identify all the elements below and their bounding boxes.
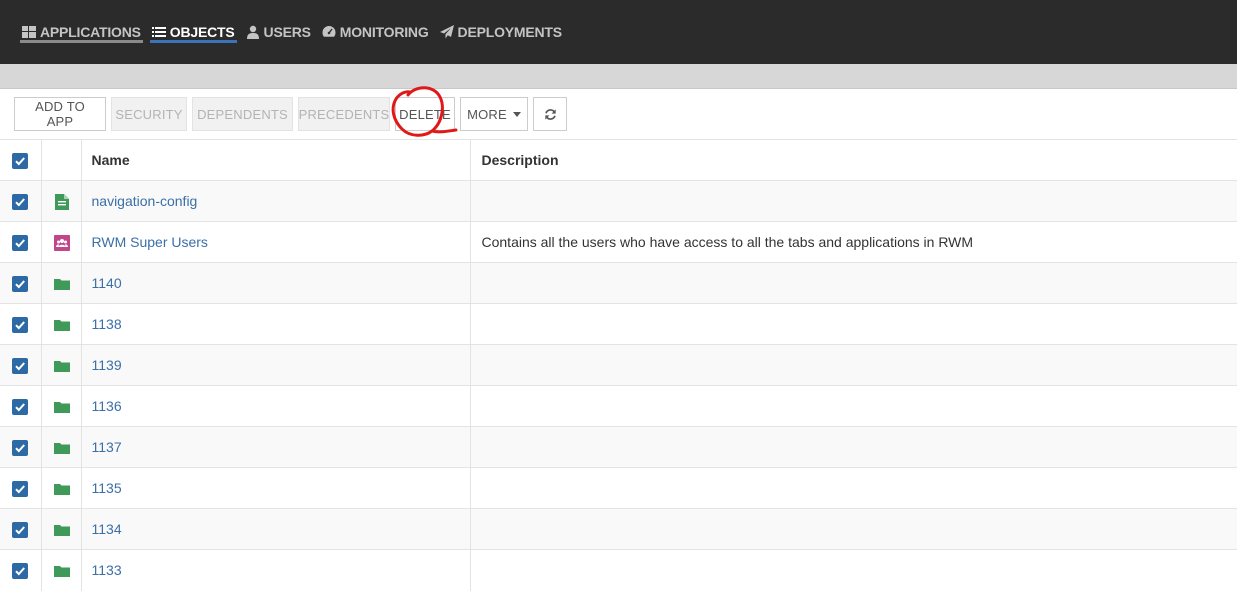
dependents-button[interactable]: DEPENDENTS (192, 97, 293, 131)
object-name-link[interactable]: 1138 (92, 316, 122, 332)
objects-table: Name Description navigation-config RWM S… (0, 139, 1237, 591)
icon-column-header (41, 139, 82, 181)
row-checkbox[interactable] (12, 357, 28, 374)
row-checkbox[interactable] (12, 398, 28, 415)
nav-objects-label: OBJECTS (169, 24, 235, 40)
paper-plane-icon (439, 25, 454, 39)
row-checkbox[interactable] (12, 439, 28, 456)
row-checkbox[interactable] (12, 193, 28, 210)
row-checkbox[interactable] (12, 316, 28, 333)
select-all-checkbox[interactable] (12, 152, 28, 169)
nav-deployments[interactable]: DEPLOYMENTS (438, 0, 564, 64)
folder-icon (53, 319, 70, 331)
nav-monitoring[interactable]: MONITORING (320, 0, 431, 64)
precedents-button[interactable]: PRECEDENTS (298, 97, 390, 131)
table-row[interactable]: 1137 (0, 426, 1237, 468)
row-checkbox[interactable] (12, 521, 28, 538)
name-column-header[interactable]: Name (81, 139, 471, 181)
list-icon (151, 25, 166, 39)
subheader-bar (0, 64, 1237, 89)
document-icon (54, 193, 69, 210)
folder-icon (53, 401, 70, 413)
nav-deployments-label: DEPLOYMENTS (457, 24, 563, 40)
folder-icon (53, 565, 70, 577)
table-row[interactable]: RWM Super Users Contains all the users w… (0, 221, 1237, 263)
nav-applications-label: APPLICATIONS (40, 24, 141, 40)
folder-icon (53, 442, 70, 454)
table-header-row: Name Description (0, 139, 1237, 181)
row-checkbox[interactable] (12, 275, 28, 292)
object-name-link[interactable]: 1136 (92, 398, 122, 414)
object-description: Contains all the users who have access t… (481, 234, 974, 250)
table-row[interactable]: 1133 (0, 549, 1237, 591)
object-name-link[interactable]: 1135 (92, 480, 122, 496)
user-icon (246, 25, 260, 39)
top-navbar: APPLICATIONS OBJECTS USERS MONITORING DE… (0, 0, 1237, 64)
refresh-icon (544, 108, 556, 120)
table-row[interactable]: 1136 (0, 385, 1237, 427)
object-name-link[interactable]: RWM Super Users (92, 234, 208, 250)
table-row[interactable]: navigation-config (0, 180, 1237, 222)
caret-down-icon (512, 111, 521, 117)
folder-icon (53, 483, 70, 495)
nav-active-underline (149, 40, 237, 43)
object-toolbar: ADD TO APP SECURITY DEPENDENTS PRECEDENT… (14, 97, 572, 131)
nav-applications[interactable]: APPLICATIONS (20, 0, 143, 64)
table-body: navigation-config RWM Super Users Contai… (0, 180, 1237, 591)
object-name-link[interactable]: 1137 (92, 439, 122, 455)
table-row[interactable]: 1140 (0, 262, 1237, 304)
nav-objects[interactable]: OBJECTS (149, 0, 237, 64)
table-row[interactable]: 1139 (0, 344, 1237, 386)
row-checkbox[interactable] (12, 480, 28, 497)
nav-users-label: USERS (263, 24, 311, 40)
table-row[interactable]: 1138 (0, 303, 1237, 345)
add-to-app-button[interactable]: ADD TO APP (14, 97, 106, 131)
folder-icon (53, 278, 70, 290)
folder-icon (53, 360, 70, 372)
object-name-link[interactable]: 1140 (92, 275, 122, 291)
security-button[interactable]: SECURITY (111, 97, 187, 131)
row-checkbox[interactable] (12, 562, 28, 579)
nav-underline (20, 40, 143, 43)
grid-icon (22, 25, 36, 39)
description-column-header[interactable]: Description (470, 139, 1237, 181)
main-nav: APPLICATIONS OBJECTS USERS MONITORING DE… (20, 0, 571, 64)
nav-monitoring-label: MONITORING (339, 24, 429, 40)
nav-users[interactable]: USERS (244, 0, 313, 64)
group-icon (53, 234, 70, 251)
refresh-button[interactable] (533, 97, 567, 131)
table-row[interactable]: 1134 (0, 508, 1237, 550)
object-name-link[interactable]: 1134 (92, 521, 122, 537)
dashboard-icon (322, 25, 336, 39)
table-row[interactable]: 1135 (0, 467, 1237, 509)
delete-button[interactable]: DELETE (395, 97, 455, 131)
row-checkbox[interactable] (12, 234, 28, 251)
object-name-link[interactable]: navigation-config (92, 193, 198, 209)
object-name-link[interactable]: 1133 (92, 562, 122, 578)
select-all-cell (0, 139, 42, 181)
folder-icon (53, 524, 70, 536)
object-name-link[interactable]: 1139 (92, 357, 122, 373)
more-label: MORE (467, 106, 507, 122)
more-dropdown-button[interactable]: MORE (460, 97, 528, 131)
